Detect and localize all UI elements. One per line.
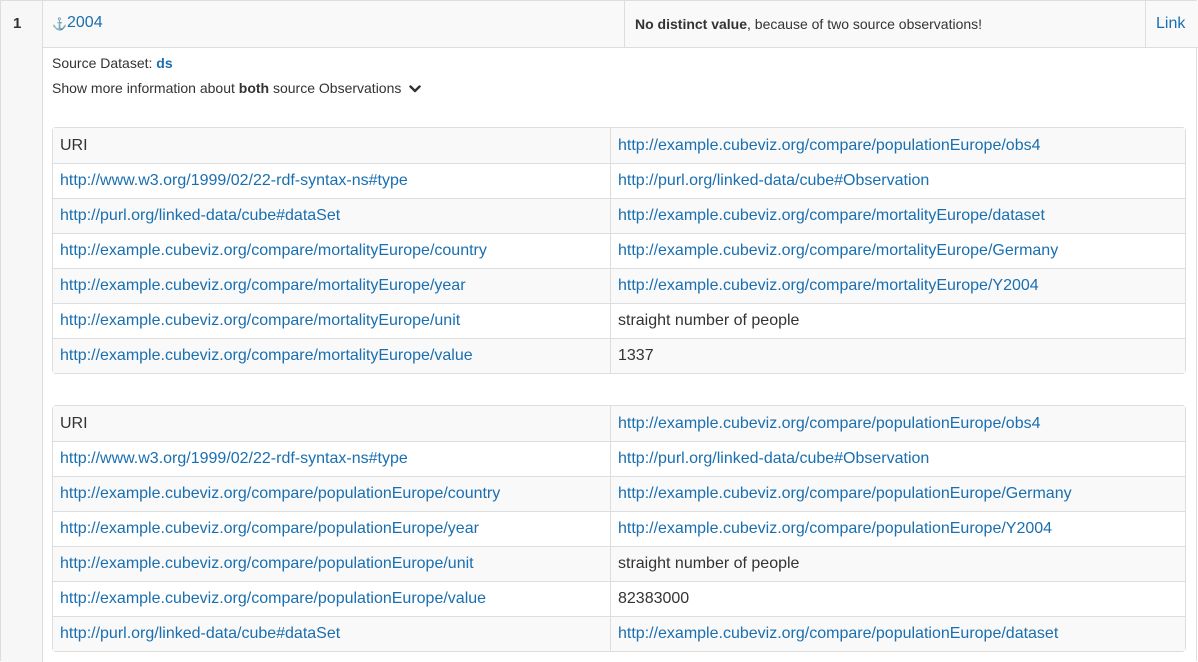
show-more-bold: both (238, 80, 270, 96)
property-cell: http://example.cubeviz.org/compare/morta… (53, 233, 611, 268)
value-cell: 82383000 (611, 581, 1185, 616)
property-link[interactable]: http://www.w3.org/1999/02/22-rdf-syntax-… (60, 450, 408, 467)
value-link[interactable]: http://purl.org/linked-data/cube#Observa… (618, 172, 929, 189)
observation-row: http://example.cubeviz.org/compare/morta… (53, 233, 1185, 268)
observation-row: http://www.w3.org/1999/02/22-rdf-syntax-… (53, 441, 1185, 476)
property-cell: http://example.cubeviz.org/compare/popul… (53, 581, 611, 616)
source-dataset: Source Dataset: ds (52, 55, 173, 71)
property-link[interactable]: http://example.cubeviz.org/compare/morta… (60, 347, 473, 364)
value-cell: straight number of people (611, 303, 1185, 338)
value-link[interactable]: http://example.cubeviz.org/compare/popul… (618, 520, 1052, 537)
value-message-bold: No distinct value (635, 16, 748, 32)
value-link[interactable]: http://example.cubeviz.org/compare/popul… (618, 485, 1072, 502)
value-cell: http://purl.org/linked-data/cube#Observa… (611, 163, 1185, 198)
value-cell: http://example.cubeviz.org/compare/popul… (611, 406, 1185, 441)
value-cell: straight number of people (611, 546, 1185, 581)
observation-row: URI http://example.cubeviz.org/compare/po… (53, 406, 1185, 441)
observation-row: http://example.cubeviz.org/compare/popul… (53, 511, 1185, 546)
property-cell: http://www.w3.org/1999/02/22-rdf-syntax-… (53, 163, 611, 198)
property-link[interactable]: http://example.cubeviz.org/compare/morta… (60, 242, 487, 259)
row-index-cell: 1 (1, 1, 43, 662)
value-cell: http://example.cubeviz.org/compare/popul… (611, 128, 1185, 163)
observation-row: http://example.cubeviz.org/compare/popul… (53, 581, 1185, 616)
property-link[interactable]: http://example.cubeviz.org/compare/popul… (60, 485, 500, 502)
property-cell: http://example.cubeviz.org/compare/morta… (53, 303, 611, 338)
value-link[interactable]: http://example.cubeviz.org/compare/morta… (618, 207, 1045, 224)
property-link[interactable]: http://www.w3.org/1999/02/22-rdf-syntax-… (60, 172, 408, 189)
property-link[interactable]: http://example.cubeviz.org/compare/morta… (60, 277, 466, 294)
property-link[interactable]: http://example.cubeviz.org/compare/morta… (60, 312, 460, 329)
observation-row: http://example.cubeviz.org/compare/popul… (53, 546, 1185, 581)
property-cell: http://example.cubeviz.org/compare/popul… (53, 476, 611, 511)
value-cell: http://example.cubeviz.org/compare/popul… (611, 616, 1185, 651)
property-cell: http://purl.org/linked-data/cube#dataSet (53, 616, 611, 651)
observation-row: http://purl.org/linked-data/cube#dataSet… (53, 198, 1185, 233)
source-dataset-link[interactable]: ds (156, 55, 172, 71)
property-label: URI (60, 136, 88, 154)
value-cell: http://purl.org/linked-data/cube#Observa… (611, 441, 1185, 476)
property-link[interactable]: http://purl.org/linked-data/cube#dataSet (60, 207, 340, 224)
property-cell: http://purl.org/linked-data/cube#dataSet (53, 198, 611, 233)
property-cell: http://example.cubeviz.org/compare/popul… (53, 511, 611, 546)
value-link[interactable]: http://purl.org/linked-data/cube#Observa… (618, 450, 929, 467)
value-cell: 1337 (611, 338, 1185, 373)
observation-table-1: URI http://example.cubeviz.org/compare/po… (52, 127, 1186, 374)
value-text: straight number of people (618, 555, 800, 572)
value-cell: http://example.cubeviz.org/compare/morta… (611, 233, 1185, 268)
value-text: 1337 (618, 347, 654, 364)
link-cell: Link (1146, 1, 1198, 47)
value-text: 82383000 (618, 590, 690, 607)
value-text: straight number of people (618, 312, 800, 329)
year-cell: ⚓ 2004 (43, 1, 625, 47)
chevron-down-icon (409, 85, 421, 93)
property-label: URI (60, 414, 88, 432)
observation-row: http://example.cubeviz.org/compare/popul… (53, 476, 1185, 511)
show-more-toggle[interactable]: Show more information about both source … (52, 80, 421, 96)
value-cell: http://example.cubeviz.org/compare/morta… (611, 198, 1185, 233)
year-link[interactable]: 2004 (67, 14, 103, 32)
property-link[interactable]: http://example.cubeviz.org/compare/popul… (60, 590, 486, 607)
property-link[interactable]: http://example.cubeviz.org/compare/popul… (60, 520, 479, 537)
observation-row: http://purl.org/linked-data/cube#dataSet… (53, 616, 1185, 651)
show-more-suffix: source Observations (269, 80, 402, 96)
property-cell: URI (53, 128, 611, 163)
value-link[interactable]: http://example.cubeviz.org/compare/morta… (618, 242, 1058, 259)
value-message-cell: No distinct value, because of two source… (625, 1, 1146, 47)
property-cell: http://example.cubeviz.org/compare/morta… (53, 268, 611, 303)
value-message-rest: , because of two source observations! (747, 16, 983, 32)
row-index: 1 (13, 15, 22, 32)
property-cell: http://www.w3.org/1999/02/22-rdf-syntax-… (53, 441, 611, 476)
observation-table-2: URI http://example.cubeviz.org/compare/po… (52, 405, 1186, 652)
value-link[interactable]: http://example.cubeviz.org/compare/morta… (618, 277, 1039, 294)
value-link[interactable]: http://example.cubeviz.org/compare/popul… (618, 625, 1058, 642)
anchor-icon: ⚓ (52, 17, 67, 31)
link-button[interactable]: Link (1156, 15, 1185, 33)
value-cell: http://example.cubeviz.org/compare/popul… (611, 476, 1185, 511)
value-cell: http://example.cubeviz.org/compare/morta… (611, 268, 1185, 303)
property-cell: URI (53, 406, 611, 441)
observation-row: http://example.cubeviz.org/compare/morta… (53, 338, 1185, 373)
property-cell: http://example.cubeviz.org/compare/morta… (53, 338, 611, 373)
value-link[interactable]: http://example.cubeviz.org/compare/popul… (618, 415, 1040, 432)
show-more-prefix: Show more information about (52, 80, 239, 96)
property-link[interactable]: http://example.cubeviz.org/compare/popul… (60, 555, 474, 572)
observation-row: http://example.cubeviz.org/compare/morta… (53, 268, 1185, 303)
property-cell: http://example.cubeviz.org/compare/popul… (53, 546, 611, 581)
observation-row: URI http://example.cubeviz.org/compare/po… (53, 128, 1185, 163)
value-message: No distinct value, because of two source… (635, 16, 982, 32)
value-link[interactable]: http://example.cubeviz.org/compare/popul… (618, 137, 1040, 154)
result-row-header: ⚓ 2004 No distinct value, because of two… (43, 1, 1198, 48)
value-cell: http://example.cubeviz.org/compare/popul… (611, 511, 1185, 546)
observation-row: http://example.cubeviz.org/compare/morta… (53, 303, 1185, 338)
property-link[interactable]: http://purl.org/linked-data/cube#dataSet (60, 625, 340, 642)
source-dataset-label: Source Dataset: (52, 55, 157, 71)
observation-row: http://www.w3.org/1999/02/22-rdf-syntax-… (53, 163, 1185, 198)
